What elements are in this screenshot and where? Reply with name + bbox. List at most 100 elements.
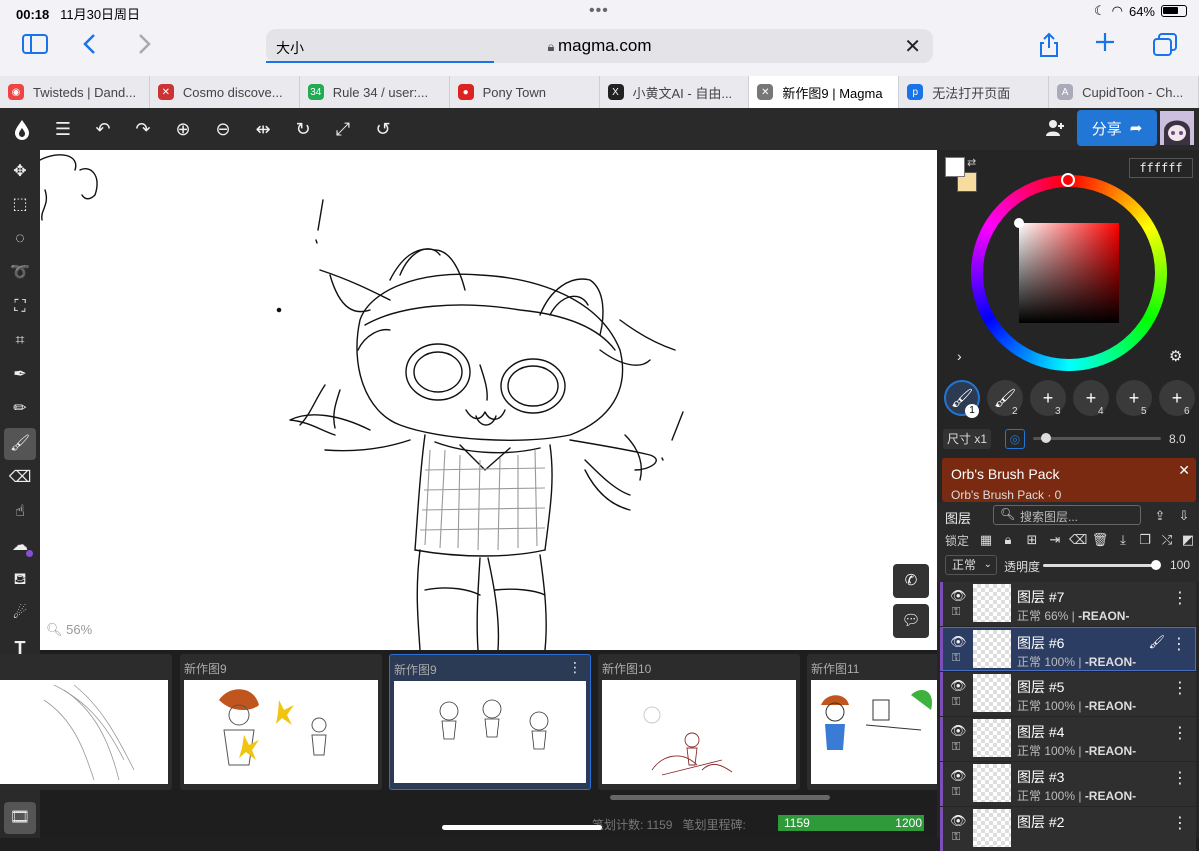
- import-layer-icon[interactable]: ⇪: [1151, 507, 1169, 525]
- rotate-icon[interactable]: ↻: [292, 119, 314, 140]
- blend-mode-select[interactable]: 正常 ⌄: [945, 555, 997, 575]
- sidebar-icon[interactable]: [22, 34, 48, 60]
- settings-gear-icon[interactable]: ⚙: [1169, 347, 1182, 365]
- document-card[interactable]: [0, 654, 172, 790]
- selection-brush-icon[interactable]: ☄: [8, 602, 32, 626]
- share-icon[interactable]: [1038, 32, 1060, 64]
- duplicate-layer-icon[interactable]: ❐: [1136, 531, 1154, 549]
- browser-tab[interactable]: ● Pony Town: [450, 76, 600, 108]
- brush-pack-ad[interactable]: Orb's Brush Pack Orb's Brush Pack · 0 ✕: [942, 458, 1196, 502]
- layer-row[interactable]: 👁︎ ⚿ 图层 #4 正常 100% | -REAON- ⋮: [940, 717, 1196, 761]
- more-dots-icon[interactable]: •••: [589, 2, 609, 20]
- layer-more-icon[interactable]: ⋮: [1172, 813, 1188, 833]
- magma-logo-icon[interactable]: [11, 119, 33, 146]
- lock-transparency-icon[interactable]: ▦: [977, 531, 995, 549]
- brush-icon[interactable]: 🖌︎: [4, 428, 36, 460]
- eye-icon[interactable]: 👁︎: [950, 723, 967, 739]
- layer-more-icon[interactable]: ⋮: [1171, 634, 1187, 654]
- expand-chevron-icon[interactable]: ›: [957, 348, 962, 364]
- layer-more-icon[interactable]: ⋮: [1172, 723, 1188, 743]
- layer-lock-icon[interactable]: ⚿: [952, 741, 960, 754]
- eye-icon[interactable]: 👁︎: [950, 678, 967, 694]
- rect-select-icon[interactable]: ⬚: [8, 193, 32, 217]
- add-user-icon[interactable]: [1044, 119, 1066, 142]
- fill-bucket-icon[interactable]: ⛾: [8, 568, 32, 592]
- forward-icon[interactable]: [136, 33, 152, 61]
- hex-color-input[interactable]: ffffff: [1129, 158, 1193, 178]
- layer-more-icon[interactable]: ⋮: [1172, 588, 1188, 608]
- fit-screen-icon[interactable]: ⤢: [332, 119, 354, 140]
- eye-icon[interactable]: 👁︎: [950, 813, 967, 829]
- lock-icon[interactable]: 🔒︎: [999, 531, 1017, 549]
- pressure-icon[interactable]: ◎: [1005, 429, 1025, 449]
- layer-lock-icon[interactable]: ⚿: [952, 652, 960, 665]
- primary-color-swatch[interactable]: [945, 157, 965, 177]
- saturation-value-square[interactable]: [1019, 223, 1119, 323]
- layer-lock-icon[interactable]: ⚿: [952, 696, 960, 709]
- document-more-icon[interactable]: ⋮: [568, 659, 582, 676]
- sv-handle[interactable]: [1014, 218, 1024, 228]
- layer-search[interactable]: 🔍︎ 搜索图层...: [993, 505, 1141, 525]
- chat-button[interactable]: 💬︎: [893, 604, 929, 638]
- document-card-active[interactable]: 新作图9 ⋮: [389, 654, 591, 790]
- move-tool-icon[interactable]: ✥: [8, 160, 32, 184]
- browser-tab[interactable]: 34 Rule 34 / user:...: [300, 76, 450, 108]
- layer-options-icon[interactable]: ◩: [1179, 531, 1197, 549]
- layer-lock-icon[interactable]: ⚿: [952, 786, 960, 799]
- hue-handle[interactable]: [1061, 173, 1075, 187]
- delete-layer-icon[interactable]: 🗑︎: [1091, 531, 1109, 549]
- call-button[interactable]: ✆: [893, 564, 929, 598]
- strip-scrollbar[interactable]: [610, 795, 830, 800]
- zoom-in-icon[interactable]: ⊕: [172, 119, 194, 140]
- layer-row[interactable]: 👁︎ ⚿ 图层 #7 正常 66% | -REAON- ⋮: [940, 582, 1196, 626]
- close-icon[interactable]: ✕: [904, 34, 921, 59]
- layer-more-icon[interactable]: ⋮: [1172, 768, 1188, 788]
- merge-down-icon[interactable]: ⤓: [1114, 531, 1132, 549]
- crop-icon[interactable]: ⌗: [8, 329, 32, 353]
- layer-more-icon[interactable]: ⋮: [1172, 678, 1188, 698]
- redo-icon[interactable]: ↷: [132, 119, 154, 140]
- opacity-slider[interactable]: [1043, 560, 1161, 570]
- lasso-icon[interactable]: ➰: [8, 261, 32, 285]
- swap-colors-icon[interactable]: ⇄: [967, 156, 976, 169]
- smudge-icon[interactable]: ☝: [8, 500, 32, 524]
- zoom-out-icon[interactable]: ⊖: [212, 119, 234, 140]
- clear-layer-icon[interactable]: ⌫: [1069, 531, 1087, 549]
- blur-icon[interactable]: ☁: [8, 534, 33, 558]
- browser-tab[interactable]: ✕ 新作图9 | Magma: [749, 76, 900, 108]
- transform-icon[interactable]: ⛶: [8, 295, 32, 319]
- eyedropper-icon[interactable]: ✒: [8, 363, 32, 387]
- ellipse-select-icon[interactable]: ◌: [8, 227, 32, 251]
- layer-lock-icon[interactable]: ⚿: [952, 606, 960, 619]
- browser-tab[interactable]: ◉ Twisteds | Dand...: [0, 76, 150, 108]
- browser-tab[interactable]: A CupidToon - Ch...: [1049, 76, 1199, 108]
- avatar[interactable]: [1160, 111, 1194, 145]
- move-layer-icon[interactable]: ⇥: [1046, 531, 1064, 549]
- export-layer-icon[interactable]: ⇩: [1175, 507, 1193, 525]
- clip-layer-icon[interactable]: ⤭: [1158, 531, 1176, 549]
- menu-icon[interactable]: ☰: [52, 119, 74, 140]
- reset-rotation-icon[interactable]: ↺: [372, 119, 394, 140]
- eye-icon[interactable]: 👁︎: [950, 634, 967, 650]
- opacity-thumb[interactable]: [1151, 560, 1161, 570]
- ad-close-icon[interactable]: ✕: [1178, 462, 1190, 479]
- add-layer-icon[interactable]: ⊞: [1023, 531, 1041, 549]
- eye-icon[interactable]: 👁︎: [950, 768, 967, 784]
- layer-row[interactable]: 👁︎ ⚿ 图层 #5 正常 100% | -REAON- ⋮: [940, 672, 1196, 716]
- flip-icon[interactable]: ⇹: [252, 119, 274, 140]
- brush-size-slider[interactable]: [1033, 433, 1161, 443]
- filmstrip-icon[interactable]: 🎞︎: [4, 802, 36, 834]
- document-card[interactable]: 新作图10: [598, 654, 800, 790]
- color-wheel[interactable]: [971, 173, 1167, 371]
- layer-row[interactable]: 👁︎ ⚿ 图层 #3 正常 100% | -REAON- ⋮: [940, 762, 1196, 806]
- new-tab-icon[interactable]: [1094, 31, 1116, 59]
- brush-size-thumb[interactable]: [1041, 433, 1051, 443]
- layer-row[interactable]: 👁︎ ⚿ 图层 #6 正常 100% | -REAON- 🖌︎ ⋮: [940, 627, 1196, 671]
- undo-icon[interactable]: ↶: [92, 119, 114, 140]
- size-multiplier[interactable]: 尺寸 x1: [943, 429, 991, 449]
- address-bar[interactable]: 大小 🔒︎ magma.com ✕: [266, 29, 933, 63]
- share-button[interactable]: 分享 ➦: [1077, 110, 1157, 146]
- document-card[interactable]: 新作图9: [180, 654, 382, 790]
- drawing-canvas[interactable]: 🔍︎ 56% ✆ 💬︎: [40, 150, 937, 650]
- layer-row[interactable]: 👁︎ ⚿ 图层 #2 ⋮: [940, 807, 1196, 851]
